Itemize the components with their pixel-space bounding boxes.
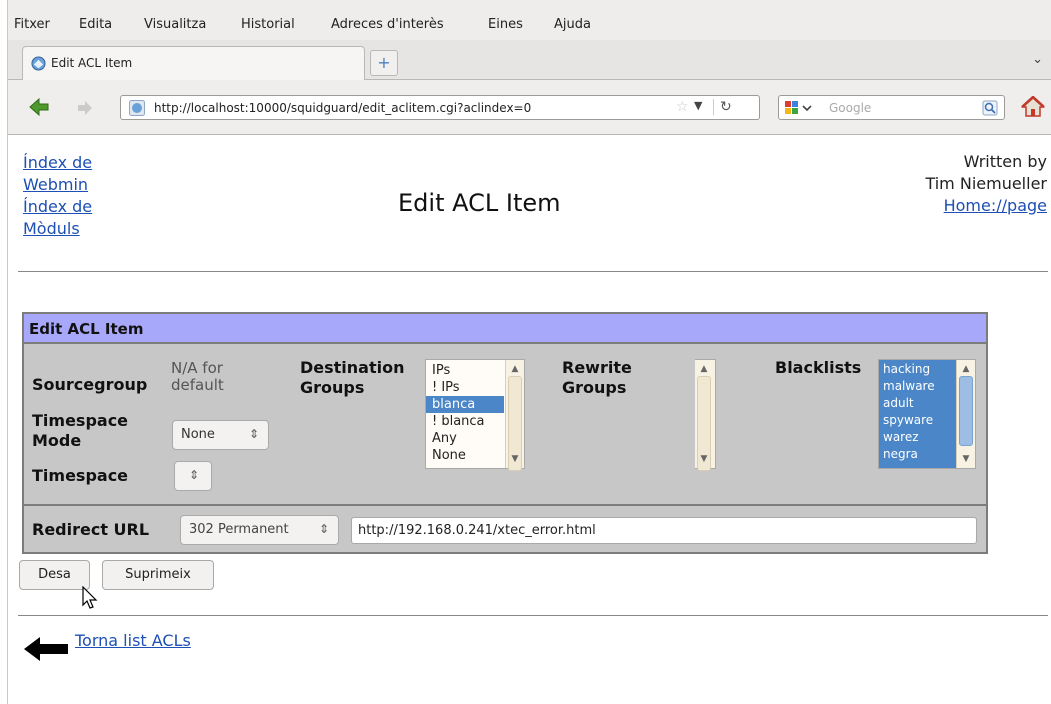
menu-visualitza[interactable]: Visualitza: [144, 17, 206, 32]
form-header-title: Edit ACL Item: [29, 320, 144, 338]
return-acl-list-link[interactable]: Torna list ACLs: [75, 631, 191, 650]
redirect-type-value: 302 Permanent: [189, 522, 289, 537]
menu-historial[interactable]: Historial: [241, 17, 295, 32]
blacklist-option-hacking[interactable]: hacking: [879, 361, 955, 378]
menu-eines[interactable]: Eines: [488, 17, 523, 32]
destination-groups-listbox[interactable]: IPs ! IPs blanca ! blanca Any None ▲ ▼: [425, 359, 525, 471]
select-arrows-icon: ⇕: [248, 427, 259, 441]
scroll-down-icon[interactable]: ▼: [959, 452, 973, 466]
menu-edita[interactable]: Edita: [79, 17, 112, 32]
site-identity-icon[interactable]: [129, 100, 145, 116]
url-history-dropdown-icon[interactable]: ▼: [694, 99, 702, 112]
top-left-links: Índex de Webmin Índex de Mòduls: [23, 152, 92, 240]
scroll-thumb[interactable]: [959, 376, 973, 446]
destination-option-ips[interactable]: IPs: [426, 362, 504, 379]
address-bar[interactable]: http://localhost:10000/squidguard/edit_a…: [120, 95, 760, 120]
blacklist-option-warez[interactable]: warez: [879, 429, 955, 446]
rewrite-scrollbar[interactable]: ▲ ▼: [695, 360, 715, 471]
webmin-index-link[interactable]: Índex de Webmin: [23, 153, 92, 194]
menu-fitxer[interactable]: Fitxer: [14, 17, 50, 32]
menu-adreces[interactable]: Adreces d'interès: [331, 17, 444, 32]
scroll-up-icon[interactable]: ▲: [697, 362, 711, 376]
timespace-mode-value: None: [181, 427, 215, 442]
save-button[interactable]: Desa: [19, 560, 90, 590]
tab-edit-acl-item[interactable]: Edit ACL Item: [22, 46, 365, 80]
forward-arrow-icon[interactable]: [76, 99, 94, 117]
back-arrow-icon[interactable]: [28, 96, 50, 118]
scroll-down-icon[interactable]: ▼: [508, 452, 522, 466]
tab-title: Edit ACL Item: [51, 56, 133, 70]
bookmark-star-icon[interactable]: ☆: [676, 99, 689, 115]
home-icon[interactable]: [1021, 96, 1045, 118]
redirect-url-input[interactable]: http://192.168.0.241/xtec_error.html: [351, 517, 977, 544]
form-header: Edit ACL Item: [24, 314, 986, 344]
blacklist-option-malware[interactable]: malware: [879, 378, 955, 395]
author-line-1: Written by: [963, 152, 1047, 171]
url-text: http://localhost:10000/squidguard/edit_a…: [154, 101, 532, 115]
destination-option-blanca[interactable]: blanca: [426, 396, 504, 413]
rewrite-groups-label: Rewrite Groups: [562, 358, 632, 397]
author-info: Written by Tim Niemueller Home://page: [925, 151, 1047, 217]
tab-strip: Edit ACL Item + ⌄: [8, 40, 1051, 80]
search-bar[interactable]: Google: [778, 95, 1005, 120]
destination-option-not-blanca[interactable]: ! blanca: [426, 413, 504, 430]
page-title: Edit ACL Item: [398, 189, 561, 217]
destination-groups-label: Destination Groups: [300, 358, 405, 397]
blacklist-option-negra[interactable]: negra: [879, 446, 955, 463]
redirect-url-label: Redirect URL: [32, 520, 150, 539]
menu-bar: Fitxer Edita Visualitza Historial Adrece…: [8, 0, 1051, 40]
new-tab-button[interactable]: +: [370, 50, 398, 76]
blacklists-label: Blacklists: [775, 358, 862, 377]
blacklists-listbox[interactable]: hacking malware adult spyware warez negr…: [878, 359, 976, 469]
select-arrows-icon: ⇕: [318, 522, 329, 536]
sourcegroup-label: Sourcegroup: [32, 375, 148, 394]
scroll-up-icon[interactable]: ▲: [959, 362, 973, 376]
tab-list-chevron-icon[interactable]: ⌄: [1032, 52, 1043, 67]
author-line-2: Tim Niemueller: [925, 174, 1047, 193]
delete-button[interactable]: Suprimeix: [102, 560, 214, 590]
destination-option-not-ips[interactable]: ! IPs: [426, 379, 504, 396]
home-page-link[interactable]: Home://page: [944, 196, 1047, 215]
destination-option-any[interactable]: Any: [426, 430, 504, 447]
redirect-type-select[interactable]: 302 Permanent ⇕: [180, 515, 339, 545]
destination-option-none[interactable]: None: [426, 447, 504, 464]
redirect-url-value: http://192.168.0.241/xtec_error.html: [358, 523, 596, 538]
reload-icon[interactable]: ↻: [713, 99, 732, 115]
search-placeholder: Google: [829, 101, 872, 115]
destination-scrollbar[interactable]: ▲ ▼: [505, 360, 524, 471]
timespace-mode-label: Timespace Mode: [32, 411, 129, 450]
module-index-link[interactable]: Índex de Mòduls: [23, 197, 92, 238]
back-arrow-icon[interactable]: [22, 635, 70, 663]
divider: [18, 271, 1048, 272]
navigation-bar: http://localhost:10000/squidguard/edit_a…: [8, 80, 1051, 135]
scroll-up-icon[interactable]: ▲: [508, 362, 522, 376]
timespace-label: Timespace: [32, 466, 129, 485]
google-engine-icon[interactable]: [784, 100, 818, 116]
timespace-mode-select[interactable]: None ⇕: [172, 420, 269, 450]
blacklists-scrollbar[interactable]: ▲ ▼: [956, 360, 975, 468]
webmin-favicon-icon: [31, 56, 46, 71]
acl-form-table: Edit ACL Item Sourcegroup N/A for defaul…: [22, 312, 988, 554]
search-icon[interactable]: [982, 100, 998, 116]
rewrite-groups-listbox[interactable]: ▲ ▼: [695, 359, 716, 471]
select-arrows-icon: ⇕: [188, 468, 199, 482]
sourcegroup-value: N/A for default: [171, 359, 224, 394]
page-content: Índex de Webmin Índex de Mòduls Edit ACL I…: [8, 135, 1051, 704]
mouse-pointer-icon: [82, 586, 98, 609]
window-left-edge: [0, 0, 8, 704]
scroll-down-icon[interactable]: ▼: [697, 452, 711, 466]
row-divider: [24, 504, 986, 506]
blacklist-option-spyware[interactable]: spyware: [879, 412, 955, 429]
timespace-select[interactable]: ⇕: [174, 461, 212, 491]
blacklist-option-adult[interactable]: adult: [879, 395, 955, 412]
menu-ajuda[interactable]: Ajuda: [554, 17, 591, 32]
divider: [18, 615, 1048, 616]
